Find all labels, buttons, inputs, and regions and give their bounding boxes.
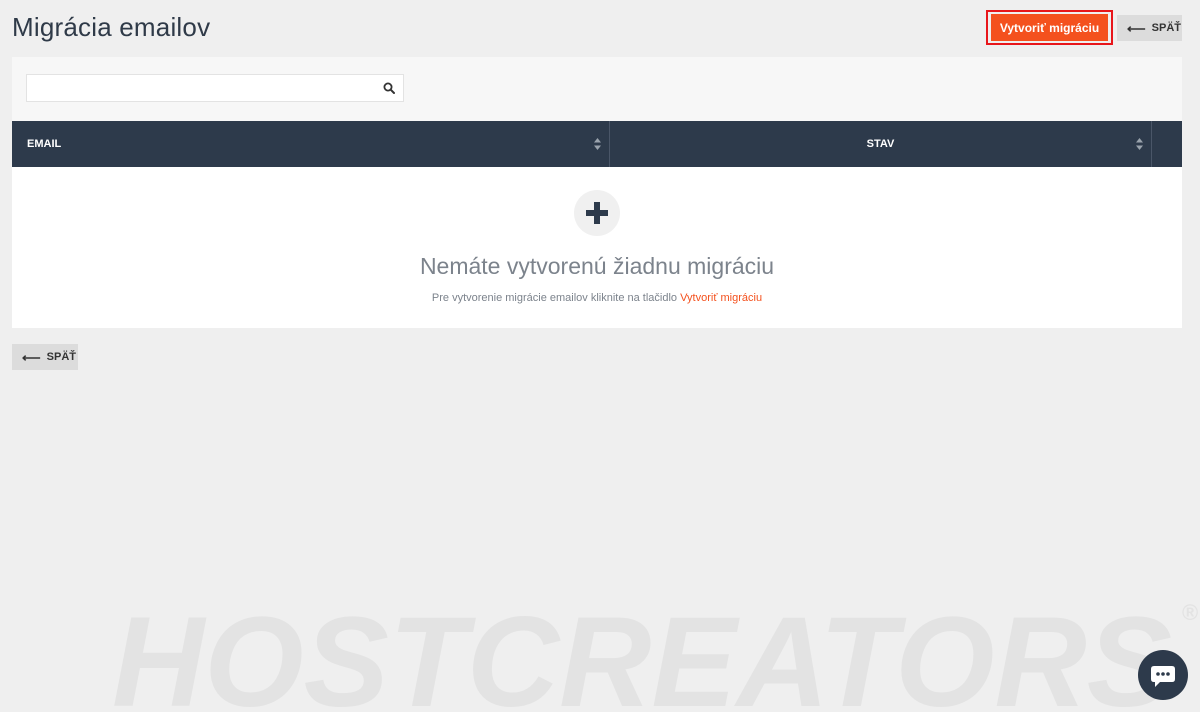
search-bar (12, 57, 1182, 121)
back-button-bottom[interactable]: ⟵ SPÄŤ (12, 344, 78, 370)
sort-icon (1136, 138, 1143, 150)
empty-state-description: Pre vytvorenie migrácie emailov kliknite… (12, 292, 1182, 304)
arrow-left-icon: ⟵ (1127, 20, 1146, 36)
page-title: Migrácia emailov (12, 12, 211, 42)
migrations-panel: EMAIL STAV Nemáte vytvorenú žiadnu migrá… (12, 57, 1182, 328)
column-label-email: EMAIL (27, 138, 62, 150)
empty-state-description-text: Pre vytvorenie migrácie emailov kliknite… (431, 292, 678, 304)
search-icon[interactable] (383, 82, 395, 94)
empty-state: Nemáte vytvorenú žiadnu migráciu Pre vyt… (12, 167, 1182, 328)
watermark-text: HOSTCREATORS (112, 596, 1172, 712)
table-header: EMAIL STAV (12, 121, 1182, 167)
watermark-registered-mark: ® (1182, 600, 1198, 625)
create-migration-button[interactable]: Vytvoriť migráciu (991, 14, 1108, 41)
back-button-top[interactable]: ⟵ SPÄŤ (1117, 15, 1182, 41)
back-label: SPÄŤ (1151, 22, 1181, 34)
empty-state-title: Nemáte vytvorenú žiadnu migráciu (419, 253, 775, 279)
sort-icon (594, 138, 601, 150)
arrow-left-icon: ⟵ (22, 349, 41, 365)
search-input[interactable] (27, 75, 367, 101)
create-migration-highlight: Vytvoriť migráciu (986, 10, 1113, 45)
add-migration-button[interactable] (574, 190, 620, 236)
chat-icon (1151, 666, 1175, 687)
column-label-stav: STAV (866, 138, 895, 150)
column-header-stav[interactable]: STAV (610, 121, 1152, 167)
create-migration-link[interactable]: Vytvoriť migráciu (680, 292, 762, 304)
hostcreators-watermark: HOSTCREATORS ® (112, 596, 1198, 712)
chat-button[interactable] (1138, 650, 1188, 700)
plus-icon (586, 202, 608, 224)
back-label: SPÄŤ (46, 351, 76, 363)
column-header-email[interactable]: EMAIL (12, 121, 610, 167)
search-box (26, 74, 404, 102)
